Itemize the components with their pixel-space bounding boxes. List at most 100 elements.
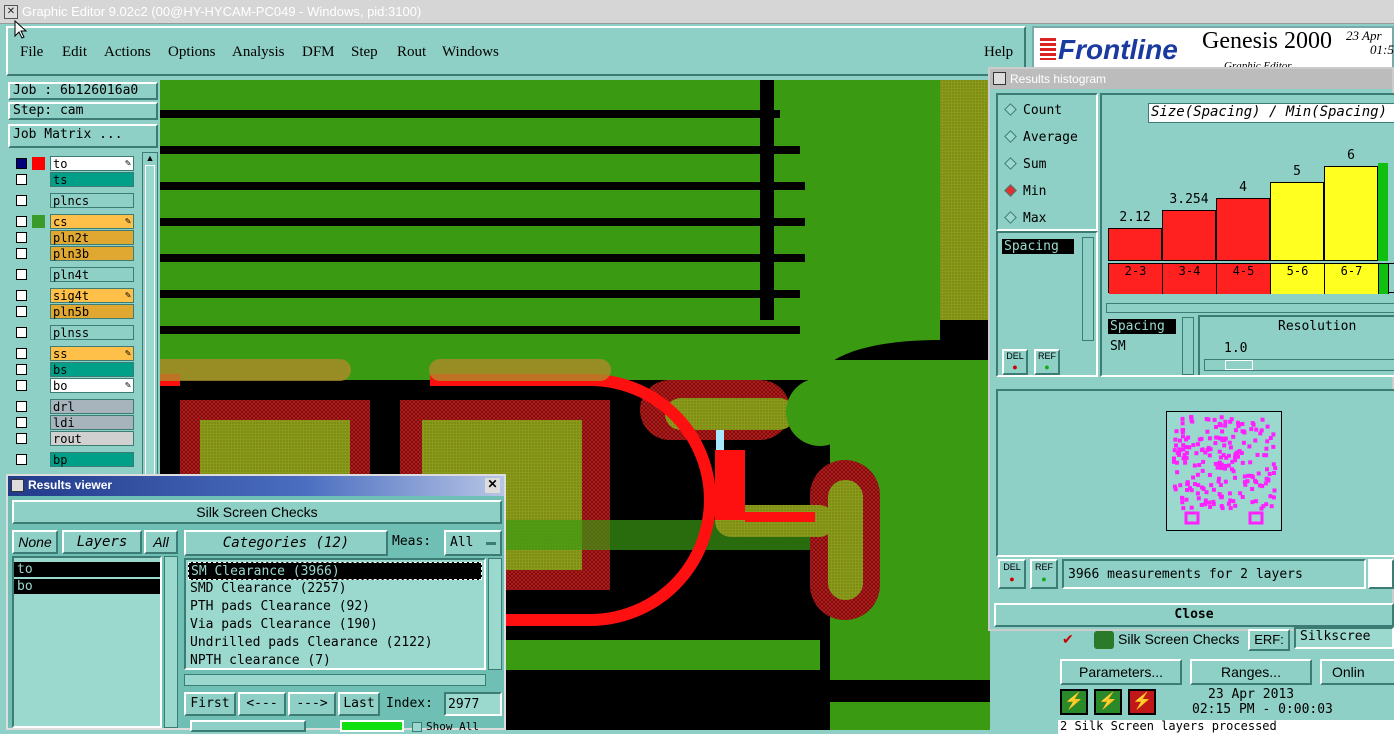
layer-color-swatch[interactable] <box>32 268 45 281</box>
category-item[interactable]: SMD Clearance (2257) <box>188 580 482 598</box>
categories-scrollbar[interactable] <box>488 558 502 670</box>
layer-name[interactable]: cs ✎ <box>50 214 134 229</box>
layer-name[interactable]: sig4t ✎ <box>50 288 134 303</box>
goto-button[interactable] <box>190 720 306 732</box>
layer-checkbox[interactable] <box>16 454 27 465</box>
layer-color-swatch[interactable] <box>32 194 45 207</box>
stop-icon[interactable]: ⚡ <box>1128 689 1156 715</box>
chart-hscrollbar[interactable] <box>1106 303 1394 313</box>
layer-checkbox[interactable] <box>16 401 27 412</box>
layer-color-swatch[interactable] <box>32 363 45 376</box>
all-button[interactable]: All <box>144 530 178 554</box>
layer-checkbox[interactable] <box>16 174 27 185</box>
layer-name[interactable]: drl <box>50 399 134 414</box>
layer-name[interactable]: ldi <box>50 415 134 430</box>
online-button[interactable]: Onlin <box>1320 659 1394 685</box>
layer-color-swatch[interactable] <box>32 157 45 170</box>
results-layer-scrollbar[interactable] <box>164 556 178 728</box>
window-menu-icon[interactable] <box>993 72 1006 85</box>
menu-dfm[interactable]: DFM <box>302 44 335 61</box>
menu-file[interactable]: File <box>20 44 43 61</box>
layer-name[interactable]: bo ✎ <box>50 378 134 393</box>
layer-checkbox[interactable] <box>16 290 27 301</box>
layer-name[interactable]: plnss <box>50 325 134 340</box>
results-layer-bo[interactable]: bo <box>14 579 160 594</box>
layer-checkbox[interactable] <box>16 417 27 428</box>
prev-button[interactable]: <--- <box>238 692 286 716</box>
layer-checkbox[interactable] <box>16 433 27 444</box>
histogram-bar[interactable] <box>1216 198 1270 261</box>
none-button[interactable]: None <box>12 530 58 554</box>
del-button[interactable]: DEL ● <box>1002 349 1028 375</box>
ref-button[interactable]: REF ● <box>1034 349 1060 375</box>
layer-checkbox[interactable] <box>16 216 27 227</box>
mode-sum[interactable]: Sum <box>1004 157 1046 172</box>
parameters-button[interactable]: Parameters... <box>1060 659 1182 685</box>
meas-select[interactable]: All <box>444 530 502 556</box>
erf-field[interactable]: Silkscree <box>1294 627 1394 649</box>
layer-name[interactable]: pln2t <box>50 230 134 245</box>
layer-row[interactable]: rout <box>12 431 134 446</box>
mode-min[interactable]: Min <box>1004 184 1046 199</box>
category-item[interactable]: NPTH clearance (7) <box>188 652 482 670</box>
run-step-icon[interactable]: ⚡ <box>1094 689 1122 715</box>
job-matrix-button[interactable]: Job Matrix ... <box>8 124 158 148</box>
menu-rout[interactable]: Rout <box>397 44 426 61</box>
mode-max[interactable]: Max <box>1004 211 1046 226</box>
layer-checkbox[interactable] <box>16 306 27 317</box>
menu-step[interactable]: Step <box>351 44 378 61</box>
layer-row[interactable]: drl <box>12 399 134 414</box>
category-item[interactable]: Undrilled pads Clearance (2122) <box>188 634 482 652</box>
layer-name[interactable]: bp <box>50 452 134 467</box>
layer-name[interactable]: pln4t <box>50 267 134 282</box>
layer-name[interactable]: to ✎ <box>50 156 134 171</box>
layer-color-swatch[interactable] <box>32 416 45 429</box>
layer-name[interactable]: pln5b <box>50 304 134 319</box>
app-icon[interactable]: ✕ <box>4 4 18 19</box>
layer-checkbox[interactable] <box>16 348 27 359</box>
layer-color-swatch[interactable] <box>32 173 45 186</box>
layer-color-swatch[interactable] <box>32 326 45 339</box>
scroll-up-icon[interactable]: ▲ <box>143 153 157 163</box>
first-button[interactable]: First <box>184 692 236 716</box>
menu-edit[interactable]: Edit <box>62 44 87 61</box>
map-del-button[interactable]: DEL ● <box>998 559 1026 589</box>
menu-help[interactable]: Help <box>984 44 1013 61</box>
layer-name[interactable]: rout <box>50 431 134 446</box>
histogram-bar[interactable] <box>1270 182 1324 261</box>
layer-color-swatch[interactable] <box>32 379 45 392</box>
layer-row[interactable]: ldi <box>12 415 134 430</box>
layer-name[interactable]: ts <box>50 172 134 187</box>
close-button[interactable]: Close <box>994 603 1394 627</box>
layer-row[interactable]: ts <box>12 172 134 187</box>
close-icon[interactable]: ✕ <box>485 478 500 493</box>
slider-thumb[interactable] <box>1225 360 1253 370</box>
window-menu-icon[interactable] <box>11 479 24 492</box>
layer-row[interactable]: cs ✎ <box>12 214 134 229</box>
layer-row[interactable]: pln4t <box>12 267 134 282</box>
layer-checkbox[interactable] <box>16 248 27 259</box>
erf-label[interactable]: ERF: <box>1248 629 1290 651</box>
layer-name[interactable]: pln3b <box>50 246 134 261</box>
chart-icon[interactable] <box>1368 559 1394 589</box>
histogram-bar[interactable] <box>1108 228 1162 261</box>
layer-row[interactable]: bo ✎ <box>12 378 134 393</box>
histogram-bar[interactable] <box>1324 166 1378 261</box>
layer-name[interactable]: plncs <box>50 193 134 208</box>
measure-list-scrollbar[interactable] <box>1082 237 1094 341</box>
layer-row[interactable]: to ✎ <box>12 156 134 171</box>
categories-hscrollbar[interactable] <box>184 674 486 686</box>
mode-average[interactable]: Average <box>1004 130 1078 145</box>
layer-color-swatch[interactable] <box>32 347 45 360</box>
layer-row[interactable]: plncs <box>12 193 134 208</box>
layer-row[interactable]: sig4t ✎ <box>12 288 134 303</box>
show-all-checkbox[interactable] <box>412 722 422 732</box>
next-button[interactable]: ---> <box>288 692 336 716</box>
defect-map[interactable] <box>1166 411 1282 531</box>
spacing-scrollbar[interactable] <box>1182 317 1194 375</box>
layer-checkbox[interactable] <box>16 195 27 206</box>
layer-row[interactable]: pln2t <box>12 230 134 245</box>
layer-name[interactable]: ss ✎ <box>50 346 134 361</box>
layers-button[interactable]: Layers <box>62 530 142 554</box>
menu-analysis[interactable]: Analysis <box>232 44 285 61</box>
